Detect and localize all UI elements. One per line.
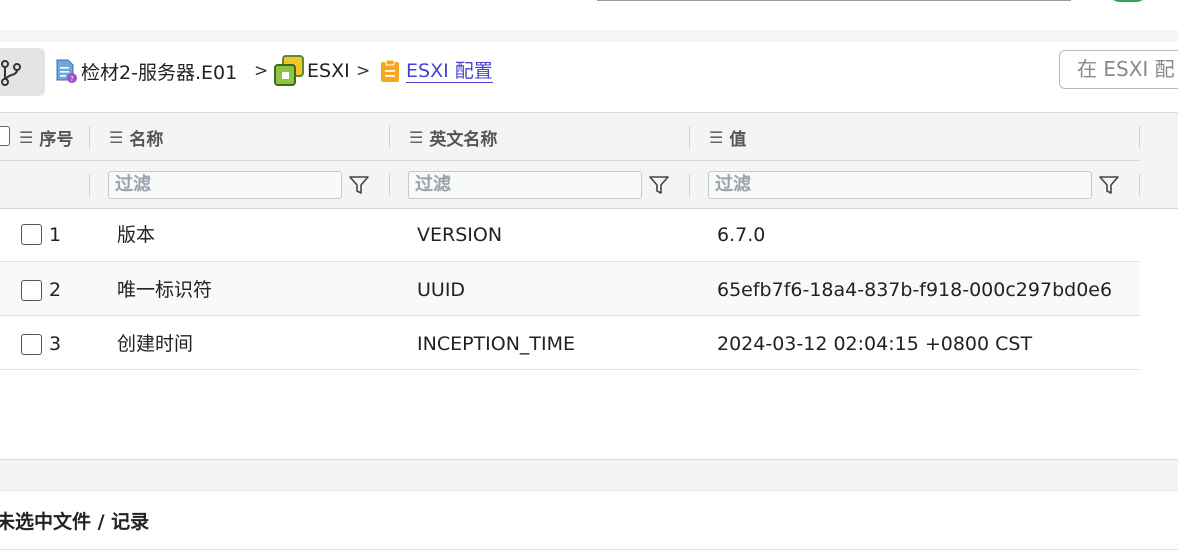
breadcrumb-item-esxi[interactable]: ESXI	[273, 55, 350, 86]
row-en-name: UUID	[417, 279, 466, 301]
row-checkbox[interactable]	[21, 224, 42, 245]
filter-icon[interactable]	[648, 174, 670, 196]
column-divider[interactable]	[689, 126, 690, 148]
breadcrumb-label: ESXI	[307, 60, 350, 82]
column-divider[interactable]	[89, 126, 90, 148]
filter-icon[interactable]	[1098, 174, 1120, 196]
breadcrumb-label: ESXI 配置	[406, 59, 493, 83]
breadcrumb-item-esxi-config[interactable]: ESXI 配置	[379, 58, 493, 84]
column-header-name[interactable]: ☰ 名称	[109, 126, 163, 150]
column-divider[interactable]	[389, 126, 390, 148]
column-header-en-name[interactable]: ☰ 英文名称	[409, 126, 497, 150]
row-index: 1	[49, 224, 62, 246]
row-index: 2	[49, 279, 62, 301]
column-divider	[689, 174, 690, 196]
row-value: 65efb7f6-18a4-837b-f918-000c297bd0e6	[717, 279, 1113, 301]
breadcrumb-separator-icon: >	[356, 61, 371, 81]
column-divider	[89, 174, 90, 196]
column-menu-icon: ☰	[19, 127, 34, 147]
svg-text:?: ?	[70, 75, 74, 83]
detail-panel-title: 未选中文件 / 记录	[0, 511, 150, 533]
branch-icon	[1, 60, 21, 86]
breadcrumb-separator-icon: >	[254, 61, 269, 81]
panel-splitter[interactable]	[0, 459, 1178, 491]
row-index: 3	[49, 333, 62, 355]
column-header-value[interactable]: ☰ 值	[709, 126, 746, 150]
row-value: 2024-03-12 02:04:15 +0800 CST	[717, 333, 1033, 355]
disk-image-icon: ?	[56, 59, 77, 83]
filter-input-en-name[interactable]: 过滤	[408, 171, 642, 199]
search-input[interactable]: 在 ESXI 配	[1059, 50, 1178, 89]
row-name: 唯一标识符	[117, 279, 213, 301]
row-name: 版本	[117, 224, 156, 246]
row-value: 6.7.0	[717, 224, 766, 246]
breadcrumb-label: 检材2-服务器.E01	[81, 61, 238, 84]
row-checkbox[interactable]	[21, 334, 42, 355]
filter-icon[interactable]	[348, 174, 370, 196]
header-divider	[0, 160, 1140, 161]
top-search-field-edge[interactable]	[597, 0, 1071, 1]
select-all-checkbox[interactable]	[0, 126, 10, 146]
breadcrumb-item-evidence[interactable]: ? 检材2-服务器.E01	[55, 58, 237, 84]
status-indicator-icon	[1108, 0, 1148, 2]
branch-button[interactable]	[0, 48, 45, 96]
column-menu-icon: ☰	[409, 127, 424, 147]
table-row[interactable]: 2 唯一标识符 UUID 65efb7f6-18a4-837b-f918-000…	[0, 262, 1140, 316]
table-row[interactable]: 3 创建时间 INCEPTION_TIME 2024-03-12 02:04:1…	[0, 316, 1140, 370]
row-checkbox[interactable]	[21, 280, 42, 301]
column-menu-icon: ☰	[109, 127, 124, 147]
row-name: 创建时间	[117, 333, 194, 355]
row-en-name: INCEPTION_TIME	[417, 333, 576, 355]
top-toolbar	[0, 0, 1178, 30]
filter-input-value[interactable]: 过滤	[708, 171, 1092, 199]
table-row[interactable]: 1 版本 VERSION 6.7.0	[0, 208, 1140, 262]
column-divider[interactable]	[1139, 126, 1140, 148]
row-en-name: VERSION	[417, 224, 503, 246]
vsphere-icon	[274, 55, 304, 86]
column-menu-icon: ☰	[709, 127, 724, 147]
toolbar-divider	[0, 30, 1178, 42]
detail-divider	[0, 549, 1178, 550]
column-divider	[389, 174, 390, 196]
column-header-index[interactable]: ☰ 序号	[19, 126, 73, 150]
filter-input-name[interactable]: 过滤	[108, 171, 342, 199]
column-divider	[1139, 174, 1140, 196]
config-file-icon	[381, 59, 399, 82]
